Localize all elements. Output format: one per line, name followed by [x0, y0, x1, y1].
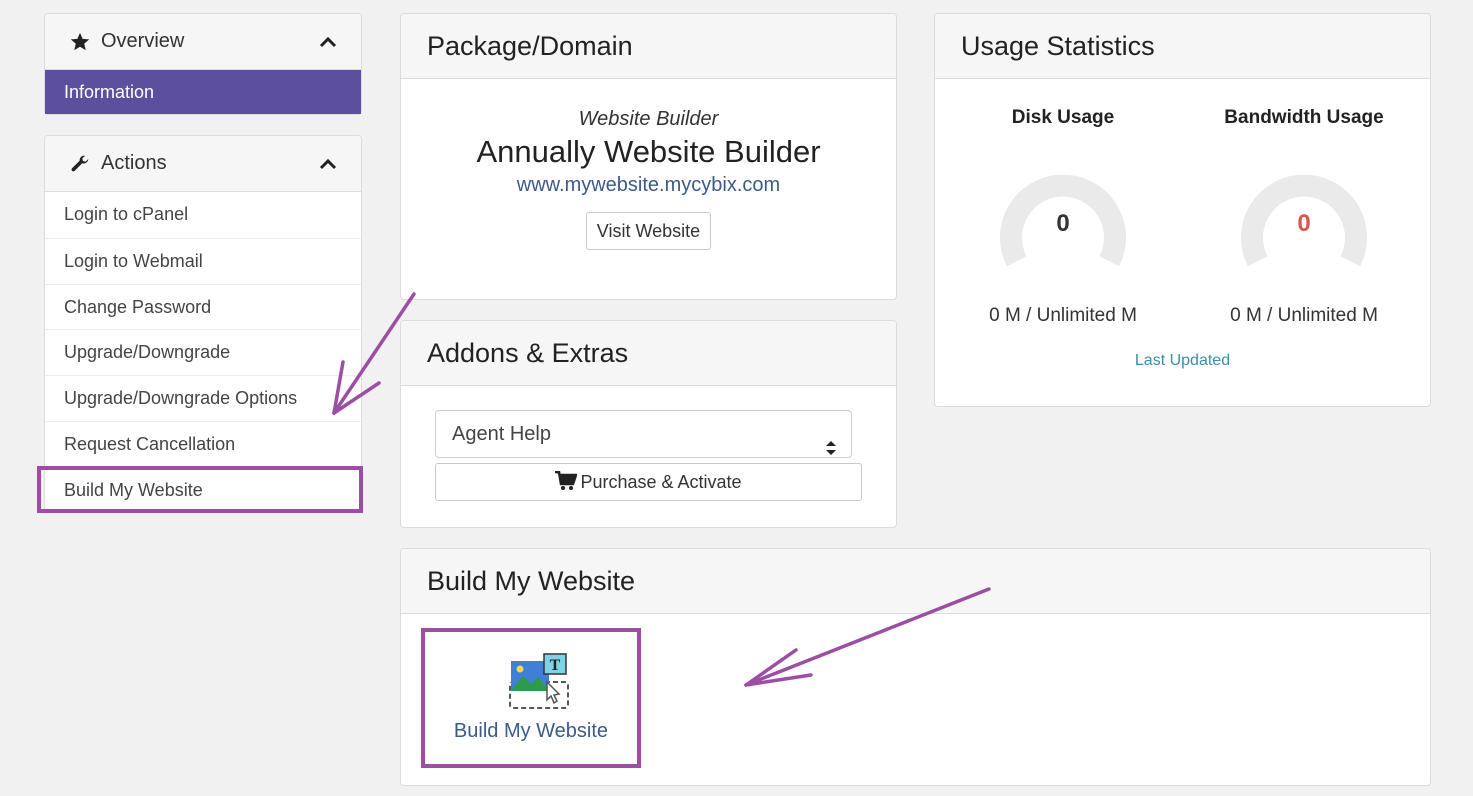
product-group: Website Builder — [578, 108, 719, 130]
chevron-up-icon[interactable] — [317, 153, 339, 175]
overview-title: Overview — [101, 30, 185, 52]
domain-link[interactable]: www.mywebsite.mycybix.com — [401, 171, 896, 199]
package-panel: Package/Domain Website Builder Annually … — [400, 13, 897, 300]
addons-title: Addons & Extras — [401, 321, 896, 386]
wrench-icon — [69, 153, 91, 175]
disk-usage-label: Disk Usage — [1011, 107, 1115, 128]
builder-panel: Build My Website T Build My Website — [400, 548, 1431, 786]
sidebar-build-highlight — [37, 466, 363, 513]
star-icon — [69, 31, 91, 53]
addons-panel: Addons & Extras Agent Help Purchase & Ac… — [400, 320, 897, 528]
cart-icon — [555, 467, 579, 503]
sidebar-item-information[interactable]: Information — [45, 70, 361, 114]
builder-tile-label: Build My Website — [453, 720, 609, 742]
sidebar-item-login-cpanel[interactable]: Login to cPanel — [45, 192, 361, 238]
package-title: Package/Domain — [401, 14, 896, 79]
sidebar-item-login-webmail[interactable]: Login to Webmail — [45, 237, 361, 284]
actions-title: Actions — [101, 152, 167, 174]
disk-usage-amount: 0 M / Unlimited M — [989, 305, 1137, 326]
sidebar-item-request-cancellation[interactable]: Request Cancellation — [45, 420, 361, 467]
product-name: Annually Website Builder — [476, 134, 821, 169]
overview-header[interactable]: Overview — [45, 14, 361, 70]
sidebar-item-upgrade-downgrade-options[interactable]: Upgrade/Downgrade Options — [45, 375, 361, 421]
svg-text:T: T — [550, 657, 561, 674]
chevron-up-icon[interactable] — [317, 31, 339, 53]
site-builder-icon: T — [509, 653, 569, 709]
builder-title: Build My Website — [401, 549, 1430, 614]
actions-list: Login to cPanel Login to Webmail Change … — [45, 192, 361, 513]
bandwidth-usage-value: 0 — [1297, 210, 1311, 237]
sidebar-item-change-password[interactable]: Change Password — [45, 283, 361, 330]
actions-panel: Actions Login to cPanel Login to Webmail… — [44, 135, 362, 511]
builder-tile[interactable]: T Build My Website — [421, 628, 641, 768]
bandwidth-usage-amount: 0 M / Unlimited M — [1230, 305, 1378, 326]
purchase-activate-label: Purchase & Activate — [580, 472, 742, 492]
actions-header[interactable]: Actions — [45, 136, 361, 192]
disk-usage-value: 0 — [1056, 210, 1070, 237]
sidebar-item-upgrade-downgrade[interactable]: Upgrade/Downgrade — [45, 329, 361, 375]
overview-panel: Overview Information — [44, 13, 362, 115]
usage-title: Usage Statistics — [935, 14, 1430, 79]
purchase-activate-button[interactable]: Purchase & Activate — [435, 463, 862, 501]
last-updated-link[interactable]: Last Updated — [935, 352, 1430, 370]
visit-website-button[interactable]: Visit Website — [585, 212, 712, 250]
usage-panel: Usage Statistics Disk Usage 0 0 M / Unli… — [934, 13, 1431, 407]
addon-select-value: Agent Help — [452, 423, 551, 445]
bandwidth-usage-label: Bandwidth Usage — [1224, 107, 1384, 128]
addon-select[interactable]: Agent Help — [435, 410, 852, 458]
